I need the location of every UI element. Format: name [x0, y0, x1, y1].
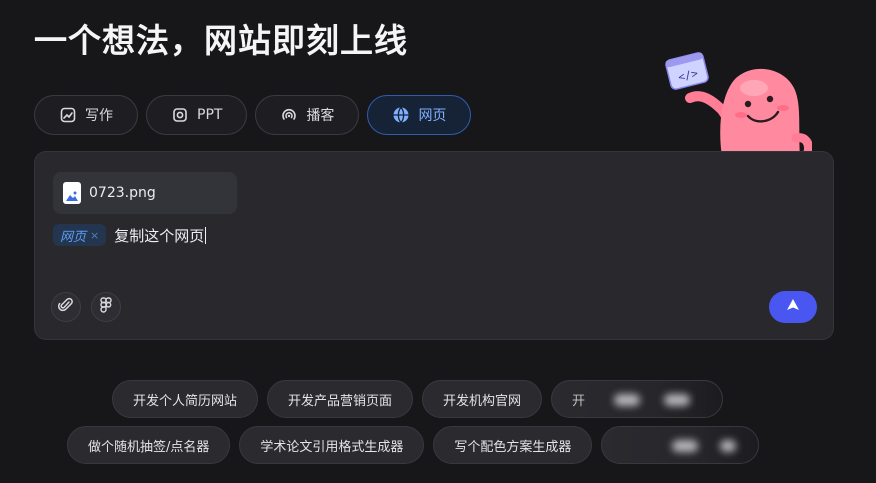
suggestion-chip[interactable]: 开发机构官网 [422, 380, 543, 418]
tab-webpage[interactable]: 网页 [367, 95, 472, 135]
blurred-text [720, 440, 737, 452]
tab-label: PPT [197, 107, 223, 123]
blurred-text [672, 440, 699, 452]
page: 一个想法，网站即刻上线 写作 PPT 播客 网页 </> 0723.png 网页… [0, 0, 876, 483]
prompt-composer: 0723.png 网页 × 复制这个网页 [34, 151, 834, 340]
suggestion-chip[interactable]: 开发产品营销页面 [267, 380, 414, 418]
suggestions-row-1: 开发个人简历网站 开发产品营销页面 开发机构官网 开 [112, 380, 724, 418]
globe-icon [392, 106, 410, 124]
image-file-icon [63, 182, 81, 204]
suggestion-chip[interactable]: 写个配色方案生成器 [433, 426, 593, 464]
prompt-text: 复制这个网页 [114, 225, 207, 246]
remove-tag-icon[interactable]: × [90, 229, 99, 242]
mode-tag[interactable]: 网页 × [53, 224, 107, 246]
tab-label: 播客 [306, 108, 335, 124]
tab-podcast[interactable]: 播客 [255, 95, 360, 135]
page-title: 一个想法，网站即刻上线 [34, 21, 408, 60]
tab-writing[interactable]: 写作 [34, 95, 138, 135]
suggestions-row-2: 做个随机抽签/点名器 学术论文引用格式生成器 写个配色方案生成器 [67, 426, 760, 464]
figma-icon [100, 297, 112, 317]
tab-label: 网页 [418, 108, 447, 124]
prompt-input[interactable]: 网页 × 复制这个网页 [53, 224, 207, 246]
text-caret [205, 226, 207, 244]
arrow-up-icon [785, 297, 801, 317]
paperclip-icon [57, 297, 74, 317]
code-window-icon: </> [665, 52, 709, 90]
slides-icon [171, 106, 189, 124]
tab-ppt[interactable]: PPT [146, 95, 248, 135]
attachment-name: 0723.png [89, 185, 156, 201]
attach-button[interactable] [51, 292, 81, 322]
suggestion-chip[interactable]: 开 [551, 380, 724, 418]
suggestion-chip[interactable]: 做个随机抽签/点名器 [67, 426, 231, 464]
edit-image-icon [59, 106, 77, 124]
mascot-illustration: </> [662, 52, 813, 157]
tab-label: 写作 [85, 108, 113, 124]
suggestion-chip-label: 开 [572, 393, 586, 409]
suggestion-chip[interactable]: 学术论文引用格式生成器 [239, 426, 425, 464]
attachment-chip[interactable]: 0723.png [53, 172, 237, 214]
blurred-text [664, 394, 691, 406]
suggestion-chip[interactable] [601, 426, 760, 464]
suggestion-chip[interactable]: 开发个人简历网站 [112, 380, 259, 418]
mode-tabs: 写作 PPT 播客 网页 [34, 95, 472, 135]
send-button[interactable] [769, 291, 817, 323]
prompt-value: 复制这个网页 [114, 226, 205, 245]
figma-import-button[interactable] [91, 292, 121, 322]
podcast-icon [280, 106, 298, 124]
mode-tag-label: 网页 [60, 229, 87, 245]
blurred-text [614, 394, 641, 406]
